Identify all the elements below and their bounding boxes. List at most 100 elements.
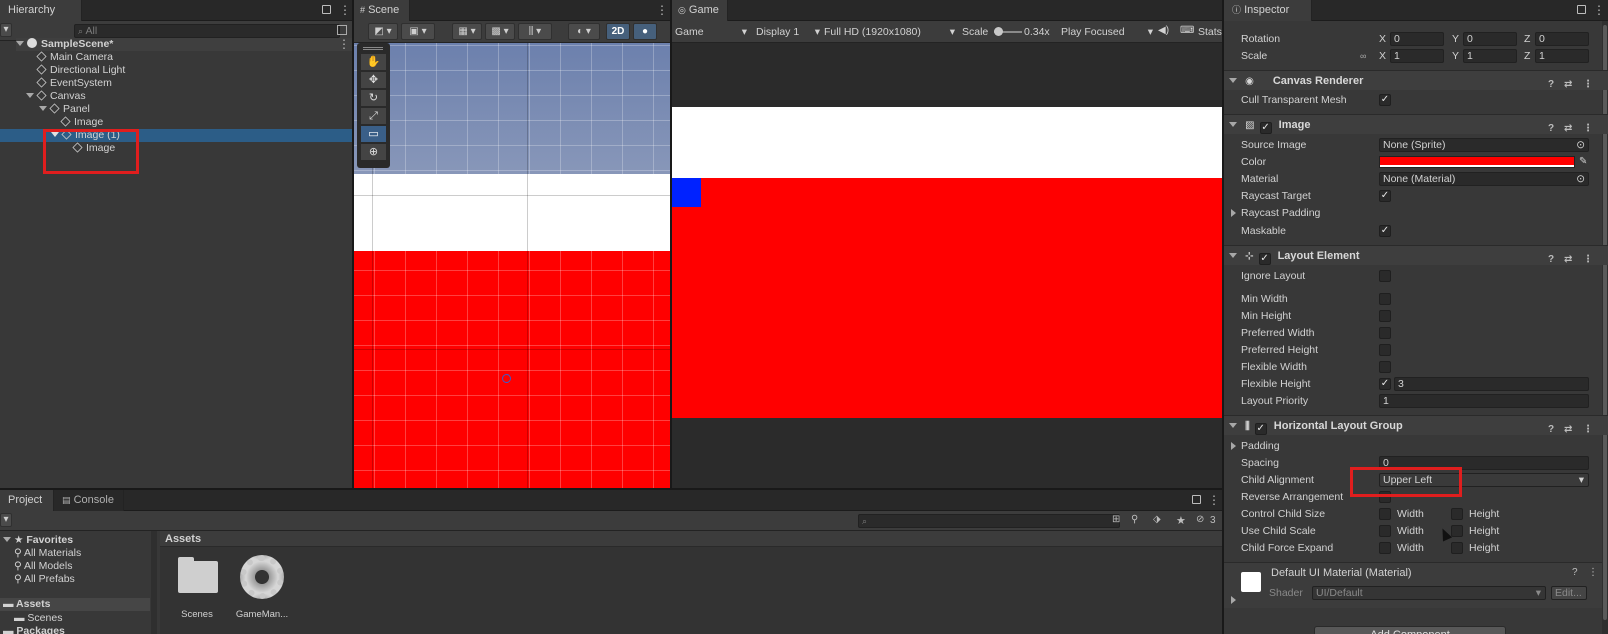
hierarchy-search-input[interactable]: ⌕ All xyxy=(74,24,340,38)
scale-height-checkbox[interactable] xyxy=(1451,525,1463,537)
scale-x-field[interactable]: 1 xyxy=(1390,49,1444,63)
scene-more-icon[interactable]: ⋮ xyxy=(338,38,350,50)
hierarchy-item[interactable]: EventSystem xyxy=(36,77,352,90)
tab-game[interactable]: ◎ Game xyxy=(672,0,728,21)
project-more-icon[interactable]: ⋮ xyxy=(1208,494,1220,506)
edit-shader-button[interactable]: Edit... xyxy=(1551,586,1587,600)
eyedropper-icon[interactable]: ✎ xyxy=(1579,154,1587,170)
foldout-arrow-icon[interactable] xyxy=(1229,122,1237,127)
view-options-dropdown[interactable]: ▣ ▾ xyxy=(401,23,435,40)
expand-arrow-icon[interactable] xyxy=(16,41,24,46)
scale-slider[interactable] xyxy=(994,27,1022,36)
rotation-z-field[interactable]: 0 xyxy=(1535,32,1589,46)
help-icon[interactable]: ? xyxy=(1572,567,1578,578)
layout-element-header[interactable]: ⊹ ✓ Layout Element ? ⇄ ⋮ xyxy=(1224,245,1608,265)
scale-tool-icon[interactable]: ⤢ xyxy=(361,108,386,124)
hierarchy-item[interactable]: Image xyxy=(60,116,352,129)
display-select[interactable]: Display 1 ▾ xyxy=(756,24,822,40)
tab-inspector[interactable]: ⓘ Inspector xyxy=(1224,0,1312,21)
preset-icon[interactable]: ⇄ xyxy=(1564,420,1572,440)
rotation-x-field[interactable]: 0 xyxy=(1390,32,1444,46)
help-icon[interactable]: ? xyxy=(1548,420,1554,440)
foldout-arrow-icon[interactable] xyxy=(1229,423,1237,428)
expand-arrow-icon[interactable] xyxy=(51,132,59,137)
play-mode-select[interactable]: Play Focused ▾ xyxy=(1061,24,1155,40)
render-mode-dropdown[interactable]: ◐ ▾ xyxy=(568,23,600,40)
hlg-enabled-checkbox[interactable]: ✓ xyxy=(1254,423,1267,435)
image-enabled-checkbox[interactable]: ✓ xyxy=(1259,122,1272,134)
foldout-arrow-icon[interactable] xyxy=(1229,78,1237,83)
project-lock-icon[interactable] xyxy=(1192,495,1201,504)
2d-toggle-button[interactable]: 2D xyxy=(606,23,630,40)
component-more-icon[interactable]: ⋮ xyxy=(1588,567,1598,578)
hierarchy-item[interactable]: Main Camera xyxy=(36,51,352,64)
favorites-item[interactable]: ⚲ All Prefabs xyxy=(14,573,75,586)
scene-row[interactable]: SampleScene* ⋮ xyxy=(16,38,352,51)
favorites-header[interactable]: ★ Favorites xyxy=(3,534,73,547)
scale-slider-thumb[interactable] xyxy=(994,27,1003,36)
favorites-item[interactable]: ⚲ All Models xyxy=(14,560,72,573)
expand-arrow-icon[interactable] xyxy=(3,537,11,542)
child-alignment-dropdown[interactable]: Upper Left ▾ xyxy=(1379,473,1589,487)
favorites-item[interactable]: ⚲ All Materials xyxy=(14,547,81,560)
hand-tool-icon[interactable]: ✋ xyxy=(361,54,386,70)
draw-mode-dropdown[interactable]: ◩ ▾ xyxy=(368,23,398,40)
source-image-field[interactable]: None (Sprite) ⊙ xyxy=(1379,138,1589,152)
component-more-icon[interactable]: ⋮ xyxy=(1583,420,1593,440)
control-width-checkbox[interactable] xyxy=(1379,508,1391,520)
hierarchy-filter-icon[interactable] xyxy=(337,25,347,35)
hierarchy-item-selected[interactable]: Image (1) xyxy=(0,129,352,142)
lighting-toggle[interactable]: ● xyxy=(633,23,657,40)
scene-more-icon[interactable]: ⋮ xyxy=(656,4,668,16)
color-swatch[interactable] xyxy=(1379,156,1575,168)
foldout-arrow-icon[interactable] xyxy=(1231,442,1236,450)
hierarchy-item[interactable]: Panel xyxy=(39,103,352,116)
resolution-select[interactable]: Full HD (1920x1080) ▾ xyxy=(824,24,957,40)
asset-scenes-folder[interactable]: Scenes xyxy=(174,555,220,625)
inspector-lock-icon[interactable] xyxy=(1577,5,1586,14)
preset-icon[interactable]: ⇄ xyxy=(1564,119,1572,139)
preferred-height-checkbox[interactable] xyxy=(1379,344,1391,356)
move-tool-icon[interactable]: ✥ xyxy=(361,72,386,88)
flexible-height-field[interactable]: 3 xyxy=(1394,377,1589,391)
tag-icon[interactable]: ⬗ xyxy=(1153,514,1161,525)
rotate-tool-icon[interactable]: ↻ xyxy=(361,90,386,106)
transform-tool-icon[interactable]: ⊕ xyxy=(361,144,386,160)
project-sidebar-scroll[interactable] xyxy=(151,531,157,634)
stats-button[interactable]: Stats xyxy=(1198,26,1222,38)
grid-toggle[interactable]: ▦ ▾ xyxy=(452,23,482,40)
lock-icon[interactable] xyxy=(322,5,331,14)
snap-toggle[interactable]: ▩ ▾ xyxy=(485,23,515,40)
project-search-input[interactable]: ⌕ xyxy=(858,514,1120,528)
image-component-header[interactable]: ▨ ✓ Image ? ⇄ ⋮ xyxy=(1224,114,1608,134)
expand-arrow-icon[interactable] xyxy=(39,106,47,111)
scale-width-checkbox[interactable] xyxy=(1379,525,1391,537)
maskable-checkbox[interactable]: ✓ xyxy=(1379,225,1391,237)
add-component-button[interactable]: Add Component xyxy=(1314,626,1506,634)
packages-folder[interactable]: ▬ Packages xyxy=(3,625,65,634)
pivot-handle-icon[interactable] xyxy=(502,374,511,383)
keyboard-icon[interactable]: ⌨ xyxy=(1180,25,1194,36)
tab-project[interactable]: Project xyxy=(0,490,54,511)
constrain-proportions-icon[interactable]: ∞ xyxy=(1360,48,1366,64)
preset-icon[interactable]: ⇄ xyxy=(1564,250,1572,270)
flexible-width-checkbox[interactable] xyxy=(1379,361,1391,373)
increment-snap[interactable]: ⫼ ▾ xyxy=(518,23,552,40)
search-by-type-icon[interactable]: ⊞ xyxy=(1112,514,1120,525)
scenes-folder[interactable]: ▬ Scenes xyxy=(14,612,62,625)
palette-grip[interactable] xyxy=(363,47,383,50)
raycast-padding-row[interactable]: Raycast Padding xyxy=(1224,205,1608,221)
expand-height-checkbox[interactable] xyxy=(1451,542,1463,554)
help-icon[interactable]: ? xyxy=(1548,250,1554,270)
mute-audio-icon[interactable]: ◀) xyxy=(1158,25,1169,36)
scene-viewport[interactable]: ✋ ✥ ↻ ⤢ ▭ ⊕ xyxy=(354,43,670,488)
search-by-label-icon[interactable]: ⚲ xyxy=(1131,514,1138,525)
material-field[interactable]: None (Material) ⊙ xyxy=(1379,172,1589,186)
create-asset-dropdown[interactable]: ▾ xyxy=(0,513,12,527)
canvas-renderer-header[interactable]: ◉ Canvas Renderer ? ⇄ ⋮ xyxy=(1224,70,1608,90)
object-picker-icon[interactable]: ⊙ xyxy=(1576,139,1585,151)
flexible-height-checkbox[interactable]: ✓ xyxy=(1379,378,1391,390)
scale-z-field[interactable]: 1 xyxy=(1535,49,1589,63)
tab-console[interactable]: ▤ Console xyxy=(54,490,124,511)
expand-width-checkbox[interactable] xyxy=(1379,542,1391,554)
